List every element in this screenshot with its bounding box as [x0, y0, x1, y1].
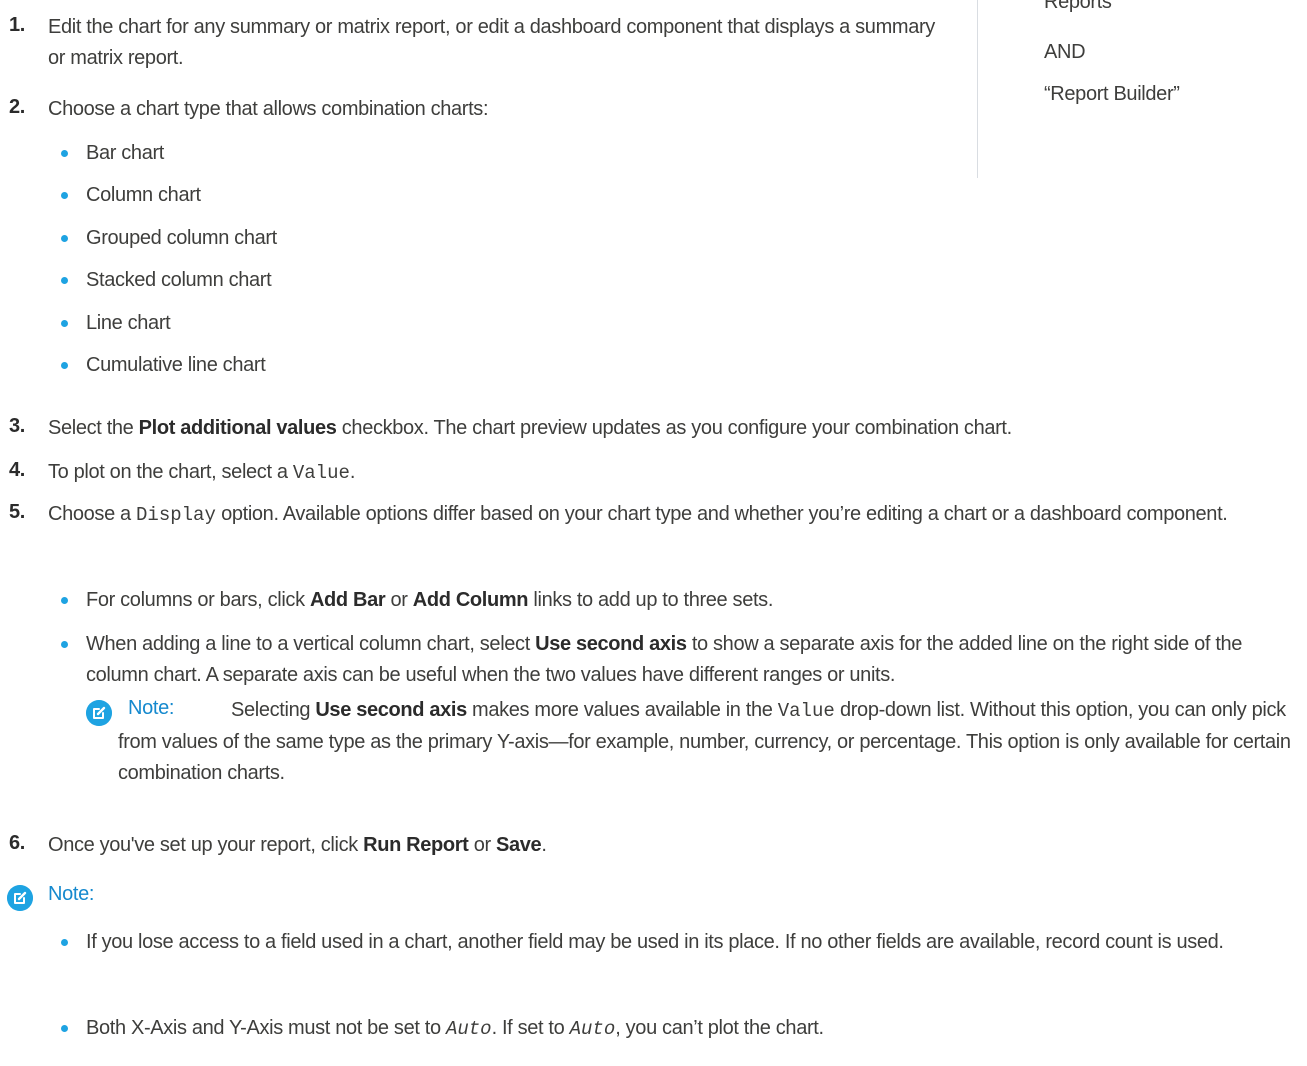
code-value: Value: [292, 462, 350, 484]
ui-term-run-report: Run Report: [363, 834, 469, 856]
permission-line-report-builder: “Report Builder”: [1044, 83, 1180, 105]
bullet-dot-icon: [61, 939, 68, 946]
list-item-label: Column chart: [86, 184, 201, 206]
step-number: 5.: [9, 501, 25, 523]
bullet-dot-icon: [61, 362, 68, 369]
bullet-dot-icon: [61, 320, 68, 327]
bullet-dot-icon: [61, 597, 68, 604]
bullet-dot-icon: [61, 192, 68, 199]
ui-term-plot-additional-values: Plot additional values: [138, 417, 337, 439]
list-item-label: Bar chart: [86, 142, 164, 164]
text-run: When adding a line to a vertical column …: [86, 633, 536, 655]
step-text: Edit the chart for any summary or matrix…: [48, 16, 935, 69]
step-text: Once you've set up your report, click Ru…: [48, 830, 547, 861]
text-run: or: [468, 834, 496, 856]
text-run: links to add up to three sets.: [528, 589, 774, 611]
text-run: To plot on the chart, select a: [48, 461, 293, 483]
document-page: { "permissions": { "line1": "Reports”", …: [0, 0, 1307, 1066]
list-item-label: Cumulative line chart: [86, 354, 266, 376]
list-item-label: For columns or bars, click Add Bar or Ad…: [86, 585, 773, 616]
list-item-label: Grouped column chart: [86, 227, 277, 249]
step-number: 6.: [9, 832, 25, 854]
text-run: Choose a: [48, 503, 137, 525]
text-run: checkbox. The chart preview updates as y…: [336, 417, 1012, 439]
code-auto: Auto: [569, 1018, 616, 1040]
bullet-dot-icon: [61, 150, 68, 157]
text-run: .: [349, 461, 356, 483]
step-text: Choose a chart type that allows combinat…: [48, 98, 489, 120]
ui-term-save: Save: [496, 834, 542, 856]
text-run: makes more values available in the: [466, 699, 778, 721]
ui-term-use-second-axis: Use second axis: [315, 699, 467, 721]
list-item-label: When adding a line to a vertical column …: [86, 629, 1306, 691]
bullet-dot-icon: [61, 641, 68, 648]
code-auto: Auto: [445, 1018, 492, 1040]
text-run: . If set to: [491, 1017, 570, 1039]
permission-and: AND: [1044, 41, 1086, 63]
text-run: .: [541, 834, 547, 856]
ui-term-add-bar: Add Bar: [309, 589, 386, 611]
text-run: or: [385, 589, 413, 611]
step-text: To plot on the chart, select a Value.: [48, 457, 355, 489]
code-value: Value: [777, 700, 835, 722]
permission-line-reports: Reports”: [1044, 0, 1118, 13]
note-edit-icon: [7, 885, 33, 911]
list-item-label: If you lose access to a field used in a …: [86, 931, 1224, 953]
permissions-panel: Reports” AND “Report Builder”: [977, 0, 1307, 178]
bullet-dot-icon: [61, 1025, 68, 1032]
list-item-label: Both X-Axis and Y-Axis must not be set t…: [86, 1013, 824, 1045]
text-run: Once you've set up your report, click: [48, 834, 364, 856]
text-run: Selecting: [231, 699, 316, 721]
text-run: , you can’t plot the chart.: [615, 1017, 824, 1039]
ui-term-add-column: Add Column: [412, 589, 529, 611]
text-run: option. Available options differ based o…: [215, 503, 1228, 525]
step-number: 4.: [9, 459, 25, 481]
step-text: Select the Plot additional values checkb…: [48, 413, 1012, 444]
note-label: Note:: [48, 883, 95, 905]
text-run: For columns or bars, click: [86, 589, 310, 611]
list-item-label: Stacked column chart: [86, 269, 272, 291]
text-run: Both X-Axis and Y-Axis must not be set t…: [86, 1017, 446, 1039]
bullet-dot-icon: [61, 235, 68, 242]
ui-term-use-second-axis: Use second axis: [535, 633, 687, 655]
step-number: 1.: [9, 14, 25, 36]
step-number: 2.: [9, 96, 25, 118]
step-number: 3.: [9, 415, 25, 437]
list-item-label: Line chart: [86, 312, 171, 334]
note-body: Selecting Use second axis makes more val…: [86, 695, 1301, 789]
bullet-dot-icon: [61, 277, 68, 284]
code-display: Display: [136, 504, 216, 526]
text-run: Select the: [48, 417, 139, 439]
step-text: Choose a Display option. Available optio…: [48, 499, 1303, 531]
